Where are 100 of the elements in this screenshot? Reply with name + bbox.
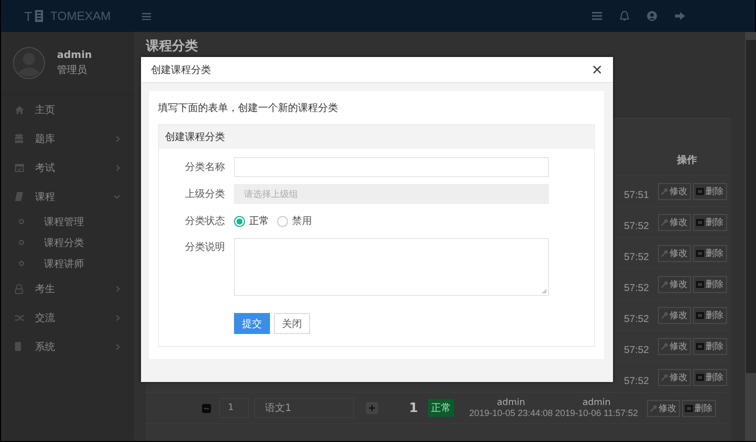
updater-name: admin — [582, 398, 611, 408]
square-icon — [696, 342, 704, 350]
status-badge: 正常 — [428, 399, 454, 417]
circle-icon — [19, 219, 24, 224]
created-time: 2019-10-05 23:44:08 — [469, 408, 553, 418]
dialog-title: 创建课程分类 — [151, 64, 212, 76]
edit-button[interactable]: 修改 — [658, 244, 690, 262]
radio-label[interactable]: 禁用 — [292, 214, 312, 228]
user-icon[interactable] — [647, 11, 657, 21]
close-button[interactable]: × — [589, 62, 605, 76]
updated-time: 57:51 — [624, 190, 649, 200]
wrench-icon — [650, 404, 656, 412]
phone-icon — [15, 342, 21, 351]
delete-button[interactable]: 删除 — [682, 400, 716, 416]
submit-button[interactable]: 提交 — [234, 313, 270, 334]
menu-icon[interactable] — [142, 12, 151, 20]
sort-field[interactable]: 1 — [219, 398, 249, 418]
menu-item[interactable]: 系统 — [1, 332, 134, 361]
scrollbar[interactable] — [745, 32, 756, 441]
delete-button[interactable]: 删除 — [692, 306, 726, 324]
updated-time: 57:52 — [624, 282, 649, 294]
square-icon — [696, 250, 704, 256]
home-icon — [15, 106, 24, 114]
edit-button[interactable]: 修改 — [658, 214, 690, 230]
menu-item[interactable]: 考试 — [1, 153, 134, 182]
wrench-icon — [660, 342, 668, 350]
square-icon — [696, 218, 704, 226]
circle-icon — [19, 240, 24, 245]
column-header: 操作 — [676, 154, 698, 167]
edit-button[interactable]: 修改 — [646, 400, 680, 416]
close-form-button[interactable]: 关闭 — [274, 313, 310, 334]
updated-time: 57:52 — [624, 220, 649, 232]
square-icon — [696, 280, 704, 288]
updated-time: 57:52 — [624, 314, 649, 324]
updated-time: 57:52 — [624, 376, 649, 386]
database-icon — [15, 134, 23, 143]
edit-button[interactable]: 修改 — [658, 368, 690, 386]
count-cell-text: 1 — [408, 400, 418, 416]
name-field[interactable]: 语文1 — [254, 398, 354, 418]
submenu-item[interactable]: 课程分类 — [1, 232, 134, 253]
square-icon — [696, 188, 704, 194]
delete-button[interactable]: 删除 — [692, 244, 726, 262]
calendar-icon — [15, 163, 24, 172]
page-title: 课程分类 — [146, 39, 198, 55]
square-icon — [696, 312, 704, 318]
input-field[interactable] — [234, 157, 549, 177]
square-icon — [696, 374, 704, 380]
edit-button[interactable]: 修改 — [658, 182, 690, 200]
delete-button[interactable]: 删除 — [692, 338, 726, 354]
brand-name: TOMEXAM — [50, 9, 111, 23]
section-title: 创建课程分类 — [159, 125, 594, 149]
submenu-item[interactable]: 课程管理 — [1, 211, 134, 232]
menu-item[interactable]: 题库 — [1, 124, 134, 153]
avatar-icon — [13, 47, 45, 79]
wrench-icon — [660, 374, 668, 380]
menu-item[interactable]: 课程 — [1, 182, 134, 211]
bell-icon[interactable] — [620, 11, 629, 21]
delete-button[interactable]: 删除 — [692, 182, 726, 200]
creator-name: admin — [496, 398, 526, 408]
textarea-field[interactable] — [234, 238, 549, 296]
logo-mark: T — [24, 8, 32, 24]
wrench-icon — [660, 312, 668, 318]
edit-button[interactable]: 修改 — [658, 276, 690, 292]
radio-button[interactable] — [234, 216, 245, 226]
radio-label[interactable]: 正常 — [249, 214, 269, 228]
edit-button[interactable]: 修改 — [658, 306, 690, 324]
plus-icon[interactable] — [366, 402, 378, 414]
updated-time: 57:52 — [624, 252, 649, 262]
logo-icon — [35, 10, 44, 22]
edit-button[interactable]: 修改 — [658, 338, 690, 354]
wrench-icon — [660, 280, 668, 288]
delete-button[interactable]: 删除 — [692, 214, 726, 230]
lock-icon — [15, 284, 23, 294]
submenu-item[interactable]: 课程讲师 — [1, 253, 134, 274]
logout-icon[interactable] — [675, 12, 685, 20]
delete-button[interactable]: 删除 — [692, 368, 726, 386]
menu-item[interactable]: 考生 — [1, 274, 134, 303]
radio-button[interactable] — [277, 216, 288, 226]
minus-icon[interactable] — [202, 404, 211, 412]
wrench-icon — [660, 218, 668, 226]
updated-time: 2019-10-06 11:57:52 — [555, 408, 638, 418]
wrench-icon — [660, 250, 668, 256]
book-icon — [15, 192, 23, 201]
circle-icon — [19, 261, 24, 266]
updated-time: 57:52 — [624, 344, 649, 356]
intro-text: 填写下面的表单，创建一个新的课程分类 — [158, 102, 339, 116]
field-label: 上级分类 — [184, 188, 225, 201]
scrollbar-thumb[interactable] — [746, 40, 756, 373]
resize-handle-icon[interactable] — [542, 289, 547, 294]
user-name: admin — [57, 50, 92, 60]
shuffle-icon — [15, 314, 25, 322]
delete-button[interactable]: 删除 — [692, 276, 726, 292]
user-role: 管理员 — [57, 64, 88, 76]
menu-item[interactable]: 交流 — [1, 303, 134, 332]
list-icon[interactable] — [592, 12, 602, 20]
field-label: 分类名称 — [184, 160, 225, 174]
field-label: 分类状态 — [184, 214, 225, 228]
menu-item[interactable]: 主页 — [1, 95, 134, 124]
field-label: 分类说明 — [184, 240, 225, 254]
square-icon — [684, 404, 692, 412]
